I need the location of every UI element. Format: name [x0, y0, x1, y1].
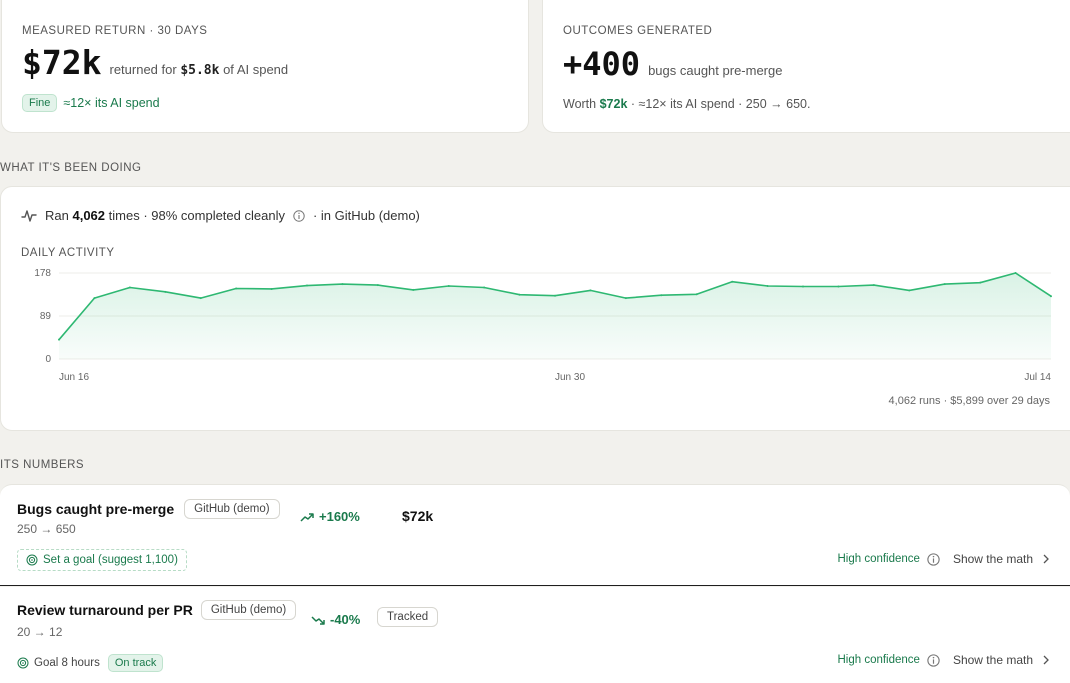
ran-where: · in GitHub (demo) — [312, 208, 420, 223]
chart-data-point[interactable] — [695, 293, 698, 296]
chart-data-point[interactable] — [518, 293, 521, 296]
chevron-right-icon — [1043, 554, 1049, 564]
chart-data-point[interactable] — [554, 294, 556, 297]
chart-data-point[interactable] — [624, 297, 627, 300]
confidence-label: High confidence — [837, 553, 920, 565]
target-icon — [17, 657, 29, 669]
metric-row-bugs[interactable]: Bugs caught pre-merge GitHub (demo) +160… — [0, 484, 1070, 586]
chart-data-point[interactable] — [164, 290, 167, 293]
outcomes-eyebrow: OUTCOMES GENERATED — [563, 25, 713, 37]
measured-return-spend: $5.8k — [180, 63, 220, 78]
show-math-label: Show the math — [952, 552, 1033, 566]
measured-return-value: $72k — [22, 43, 102, 82]
tracked-tag: Tracked — [377, 607, 439, 627]
chart-data-point[interactable] — [872, 284, 875, 287]
chart-data-point[interactable] — [837, 285, 840, 288]
set-goal-label: Set a goal (suggest 1,100) — [43, 554, 178, 566]
chevron-right-icon — [1043, 655, 1049, 665]
outcomes-worth-label: Worth — [563, 97, 597, 111]
chart-data-point[interactable] — [731, 280, 734, 283]
chart-data-point[interactable] — [660, 294, 663, 297]
chart-data-point[interactable] — [908, 289, 911, 292]
chart-data-point[interactable] — [483, 286, 486, 289]
ran-label: Ran — [45, 208, 69, 223]
measured-return-text-pre: returned for — [109, 62, 177, 77]
chart-data-point[interactable] — [1014, 272, 1017, 274]
metric-change: +160% — [319, 509, 360, 524]
chart-data-point[interactable] — [802, 285, 804, 288]
chart-data-point[interactable] — [58, 338, 60, 341]
chart-area-fill — [59, 273, 1051, 359]
trend-up-icon — [300, 512, 314, 522]
metric-value: $72k — [402, 508, 434, 524]
show-math-link[interactable]: Show the math — [953, 653, 1051, 667]
info-icon[interactable] — [927, 653, 940, 667]
y-tick-label: 89 — [40, 311, 52, 322]
trend-down-icon — [311, 615, 325, 625]
ran-rest: times · 98% completed cleanly — [108, 208, 285, 223]
source-pill: GitHub (demo) — [184, 499, 280, 519]
metric-change: -40% — [330, 612, 361, 627]
metric-range: 20 → 12 — [17, 625, 63, 639]
chart-data-point[interactable] — [766, 285, 769, 288]
outcomes-worth-rest: · ≈12× its AI spend · 250 → 650. — [630, 97, 811, 111]
chart-data-point[interactable] — [128, 286, 131, 289]
activity-icon — [21, 209, 37, 222]
chart-data-point[interactable] — [1050, 295, 1052, 298]
chart-data-point[interactable] — [235, 287, 238, 290]
measured-return-card: MEASURED RETURN · 30 DAYS $72k returned … — [1, 0, 529, 133]
goal-label: Goal 8 hours — [34, 657, 100, 669]
activity-footer: 4,062 runs · $5,899 over 29 days — [888, 395, 1050, 407]
daily-activity-label: DAILY ACTIVITY — [21, 247, 115, 259]
outcomes-generated-card: OUTCOMES GENERATED +400 bugs caught pre-… — [542, 0, 1070, 133]
section-label-numbers: ITS NUMBERS — [0, 459, 85, 471]
metric-row-review[interactable]: Review turnaround per PR GitHub (demo) -… — [0, 587, 1070, 683]
chart-data-point[interactable] — [93, 297, 96, 300]
chart-data-point[interactable] — [306, 284, 308, 287]
metric-title: Bugs caught pre-merge — [17, 501, 175, 517]
x-tick-label: Jul 14 — [1024, 372, 1051, 383]
daily-activity-chart: 178 89 0 Jun 16 Jun 30 Jul 14 — [34, 268, 1052, 383]
status-badge: Fine — [22, 94, 58, 112]
chart-data-point[interactable] — [376, 284, 379, 287]
show-math-link[interactable]: Show the math — [953, 552, 1051, 566]
y-tick-label: 0 — [45, 354, 51, 365]
chart-data-point[interactable] — [270, 287, 273, 290]
outcomes-value: +400 — [563, 45, 641, 83]
metric-title: Review turnaround per PR — [17, 602, 193, 618]
section-label-doing: WHAT IT'S BEEN DOING — [0, 162, 142, 174]
on-track-badge: On track — [107, 654, 164, 672]
chart-data-point[interactable] — [412, 288, 415, 291]
target-icon — [26, 554, 38, 566]
show-math-label: Show the math — [952, 653, 1033, 667]
set-goal-button[interactable]: Set a goal (suggest 1,100) — [17, 549, 187, 571]
y-tick-label: 178 — [34, 268, 51, 279]
chart-data-point[interactable] — [447, 285, 450, 288]
measured-return-eyebrow: MEASURED RETURN · 30 DAYS — [22, 25, 208, 37]
metric-range: 250 → 650 — [17, 522, 76, 536]
outcomes-label: bugs caught pre-merge — [648, 63, 783, 78]
chart-data-point[interactable] — [199, 297, 202, 300]
source-pill: GitHub (demo) — [200, 600, 297, 620]
chart-data-point[interactable] — [979, 281, 982, 284]
info-icon[interactable] — [293, 209, 305, 222]
chart-data-point[interactable] — [589, 289, 592, 292]
activity-card: Ran 4,062 times · 98% completed cleanly … — [0, 186, 1070, 431]
outcomes-worth-value: $72k — [599, 97, 628, 111]
measured-multiplier: ≈12× its AI spend — [63, 96, 160, 110]
x-tick-label: Jun 16 — [59, 372, 89, 383]
chart-data-point[interactable] — [341, 283, 344, 286]
confidence-label: High confidence — [837, 654, 920, 666]
measured-return-text-post: of AI spend — [223, 62, 289, 77]
info-icon[interactable] — [927, 552, 940, 566]
x-tick-label: Jun 30 — [555, 372, 585, 383]
ran-count: 4,062 — [72, 208, 106, 223]
chart-data-point[interactable] — [943, 283, 946, 286]
